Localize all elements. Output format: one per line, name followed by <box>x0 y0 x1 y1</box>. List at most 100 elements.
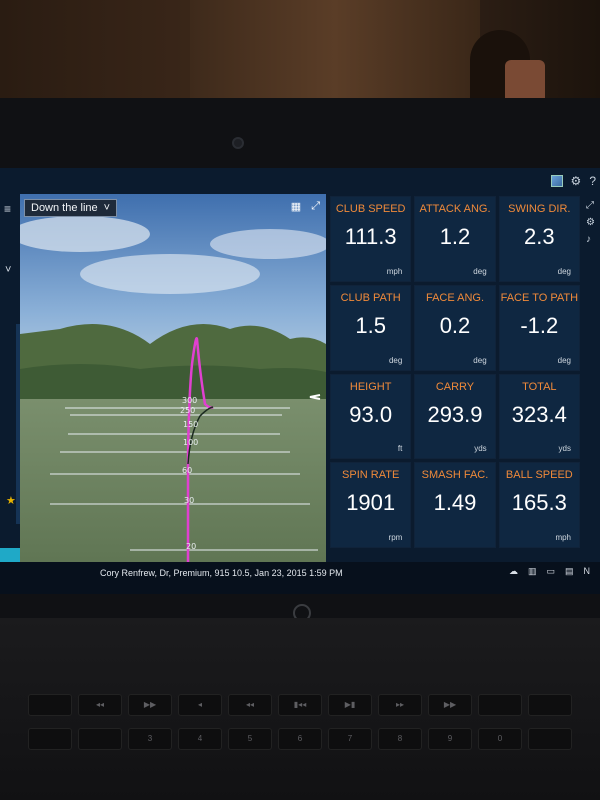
help-icon[interactable]: ? <box>589 174 596 188</box>
gear-icon[interactable]: ⚙ <box>571 174 582 188</box>
stat-value: 1.49 <box>433 490 477 516</box>
stat-unit: yds <box>558 444 571 454</box>
chevron-down-icon[interactable]: ˅ <box>5 264 11 276</box>
stat-ball-speed[interactable]: BALL SPEED 165.3 mph <box>498 462 580 548</box>
yard-label: 100 <box>183 438 199 447</box>
status-bar: Cory Renfrew, Dr, Premium, 915 10.5, Jan… <box>0 562 600 594</box>
keyboard-key <box>28 694 72 716</box>
yard-label: 20 <box>186 542 197 551</box>
stat-unit: deg <box>388 355 403 365</box>
stat-total[interactable]: TOTAL 323.4 yds <box>498 373 580 460</box>
keyboard-key: ◂◂ <box>228 694 272 716</box>
stat-unit: rpm <box>388 533 403 542</box>
bar-chart-icon[interactable]: ▥ <box>528 566 537 577</box>
stat-unit: mph <box>386 266 403 276</box>
keyboard-key: 6 <box>278 728 322 750</box>
keyboard-key: ◂ <box>178 694 222 716</box>
yard-label: 150 <box>183 420 199 429</box>
stat-label: TOTAL <box>522 380 557 393</box>
stat-club-speed[interactable]: CLUB SPEED 111.3 mph <box>330 196 412 282</box>
stat-unit: mph <box>555 533 571 542</box>
keyboard-key: ▮◂◂ <box>278 694 322 716</box>
star-icon[interactable]: ★ <box>6 494 16 507</box>
grid-icon[interactable]: ▦ <box>291 200 301 213</box>
webcam <box>232 137 244 149</box>
speaker-icon[interactable]: ♪ <box>586 234 600 245</box>
stat-height[interactable]: HEIGHT 93.0 ft <box>330 373 412 460</box>
stat-unit: deg <box>557 266 571 276</box>
stat-value: 1.2 <box>439 224 471 249</box>
keyboard-key: 9 <box>428 728 472 750</box>
view-toolbar: ▦ ⤢ <box>291 200 320 213</box>
expand-icon[interactable]: ⤢ <box>311 200 320 213</box>
stat-unit: deg <box>473 266 487 276</box>
fairway <box>20 399 326 574</box>
stat-unit: deg <box>557 355 571 365</box>
stat-value: 2.3 <box>524 224 555 249</box>
stat-face-to-path[interactable]: FACE TO PATH -1.2 deg <box>498 284 580 371</box>
stat-value: 1901 <box>346 490 396 516</box>
document-icon[interactable]: ▤ <box>565 566 574 577</box>
right-sidebar: ⤢ ⚙ ♪ <box>582 194 600 554</box>
stat-label: CARRY <box>435 380 475 393</box>
picture-icon[interactable] <box>550 175 563 187</box>
keyboard-key <box>528 728 572 750</box>
menu-icon[interactable]: ≡ <box>4 202 11 216</box>
number-key-row: 3 4 5 6 7 8 9 0 <box>0 728 600 750</box>
shot-stats-grid: CLUB SPEED 111.3 mph ATTACK ANG. 1.2 deg SWI… <box>330 196 580 548</box>
keyboard-deck: ◂◂ ▶▶ ◂ ◂◂ ▮◂◂ ▶▮ ▸▸ ▶▶ 3 4 5 6 7 8 9 0 <box>0 618 600 800</box>
keyboard-key: ◂◂ <box>78 694 122 716</box>
stat-carry[interactable]: CARRY 293.9 yds <box>414 373 496 460</box>
app-window: ⚙ ? ≡ ˅ ★ 300 250 150 100 60 30 20 Down … <box>0 168 600 594</box>
keyboard-key: 7 <box>328 728 372 750</box>
keyboard-key <box>78 728 122 750</box>
stat-swing-direction[interactable]: SWING DIR. 2.3 deg <box>498 196 580 282</box>
background-door <box>190 0 480 100</box>
stat-label: CLUB SPEED <box>335 203 406 215</box>
keyboard-key: 8 <box>378 728 422 750</box>
stat-value: 1.5 <box>355 312 386 338</box>
course-scene <box>20 194 326 574</box>
stat-smash-factor[interactable]: SMASH FAC. 1.49 <box>414 462 496 548</box>
keyboard-key: ▶▮ <box>328 694 372 716</box>
keyboard-key: ▶▶ <box>428 694 472 716</box>
background-room <box>0 0 600 110</box>
stat-label: SWING DIR. <box>508 203 571 215</box>
function-key-row: ◂◂ ▶▶ ◂ ◂◂ ▮◂◂ ▶▮ ▸▸ ▶▶ <box>0 694 600 716</box>
stat-label: SMASH FAC. <box>421 469 489 482</box>
chevron-down-icon: ˅ <box>103 202 111 214</box>
camera-view-dropdown[interactable]: Down the line ˅ <box>24 199 118 217</box>
yard-label: 300 <box>182 396 198 405</box>
expand-icon[interactable]: ⤢ <box>586 200 600 211</box>
session-n-button[interactable]: N <box>584 566 591 577</box>
stat-label: ATTACK ANG. <box>419 203 491 215</box>
cloud <box>210 229 326 259</box>
camera-view-label: Down the line <box>31 202 98 214</box>
stat-value: 165.3 <box>511 490 567 516</box>
cloud-icon[interactable]: ☁ <box>509 566 518 577</box>
stat-attack-angle[interactable]: ATTACK ANG. 1.2 deg <box>414 196 496 282</box>
trajectory-3d-view[interactable]: 300 250 150 100 60 30 20 Down the line ˅… <box>20 194 326 574</box>
stat-unit: deg <box>473 355 487 365</box>
stat-unit: yds <box>474 444 487 454</box>
stat-value: 293.9 <box>427 401 483 427</box>
keyboard-key <box>528 694 572 716</box>
keyboard-key: ▸▸ <box>378 694 422 716</box>
left-sidebar: ≡ ˅ ★ <box>0 194 20 574</box>
stat-spin-rate[interactable]: SPIN RATE 1901 rpm <box>330 462 412 548</box>
yard-label: 30 <box>184 496 195 505</box>
stat-label: FACE ANG. <box>425 291 485 304</box>
keyboard-key: 0 <box>478 728 522 750</box>
keyboard-key <box>28 728 72 750</box>
stat-face-angle[interactable]: FACE ANG. 0.2 deg <box>414 284 496 371</box>
gear-icon[interactable]: ⚙ <box>586 217 600 228</box>
top-right-toolbar: ⚙ ? <box>550 174 596 188</box>
status-icons: ☁ ▥ ▭ ▤ N <box>509 566 590 577</box>
keyboard-key: 4 <box>178 728 222 750</box>
yard-label: 60 <box>182 466 193 475</box>
yard-label: 250 <box>180 406 196 415</box>
stat-club-path[interactable]: CLUB PATH 1.5 deg <box>330 284 412 371</box>
keyboard-key: 5 <box>228 728 272 750</box>
stat-value: 111.3 <box>344 224 397 249</box>
comment-icon[interactable]: ▭ <box>546 566 555 577</box>
